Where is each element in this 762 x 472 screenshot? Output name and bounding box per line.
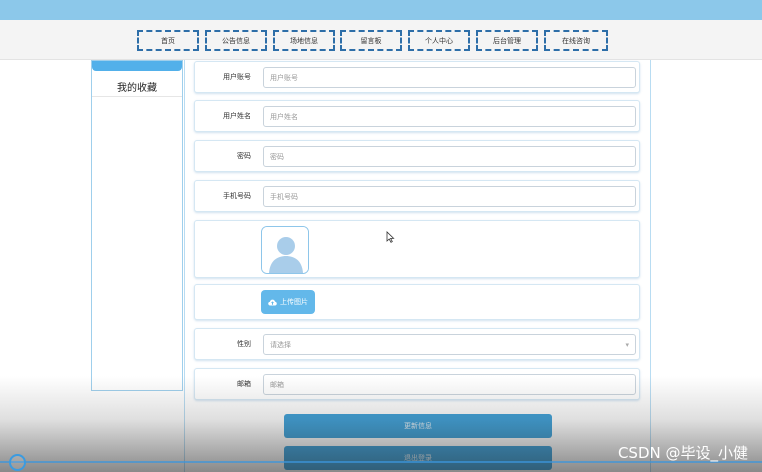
upload-image-button[interactable]: 上传图片 <box>261 290 315 314</box>
account-row: 用户账号 用户账号 <box>194 61 640 93</box>
nav-item-message-board[interactable]: 留言板 <box>340 30 402 51</box>
update-info-button[interactable]: 更新信息 <box>284 414 552 438</box>
name-row: 用户姓名 用户姓名 <box>194 100 640 132</box>
nav-item-admin[interactable]: 后台管理 <box>476 30 538 51</box>
sidebar-item-favorites[interactable]: 我的收藏 <box>92 77 182 97</box>
nav-item-home[interactable]: 首页 <box>137 30 199 51</box>
name-input[interactable]: 用户姓名 <box>263 106 636 127</box>
cloud-upload-icon <box>268 299 277 305</box>
phone-label: 手机号码 <box>223 192 251 200</box>
sidebar-item-active[interactable] <box>92 61 182 71</box>
account-input[interactable]: 用户账号 <box>263 67 636 88</box>
gender-label: 性别 <box>237 340 251 348</box>
watermark: CSDN @毕设_小健 <box>617 444 748 462</box>
phone-input[interactable]: 手机号码 <box>263 186 636 207</box>
nav-item-venues[interactable]: 场地信息 <box>273 30 335 51</box>
avatar-row <box>194 220 640 278</box>
nav-item-notices[interactable]: 公告信息 <box>205 30 267 51</box>
logout-button[interactable]: 退出登录 <box>284 446 552 470</box>
main-nav: 首页 公告信息 场地信息 留言板 个人中心 后台管理 在线咨询 <box>0 20 762 60</box>
password-input[interactable]: 密码 <box>263 146 636 167</box>
gender-select-value: 请选择 <box>270 340 291 349</box>
mouse-cursor-icon <box>386 231 395 243</box>
chevron-down-icon: ▾ <box>625 341 629 349</box>
user-avatar-icon <box>262 227 308 273</box>
email-label: 邮箱 <box>237 380 251 388</box>
avatar <box>261 226 309 274</box>
top-banner <box>0 0 762 20</box>
upload-image-label: 上传图片 <box>280 298 308 306</box>
gender-row: 性别 请选择 ▾ <box>194 328 640 360</box>
phone-row: 手机号码 手机号码 <box>194 180 640 212</box>
account-label: 用户账号 <box>223 73 251 81</box>
nav-item-personal-center[interactable]: 个人中心 <box>408 30 470 51</box>
email-row: 邮箱 邮箱 <box>194 368 640 400</box>
nav-item-online-consult[interactable]: 在线咨询 <box>544 30 608 51</box>
password-label: 密码 <box>237 152 251 160</box>
password-row: 密码 密码 <box>194 140 640 172</box>
upload-row: 上传图片 <box>194 284 640 320</box>
email-input[interactable]: 邮箱 <box>263 374 636 395</box>
sidebar: 我的收藏 <box>91 60 183 391</box>
name-label: 用户姓名 <box>223 112 251 120</box>
gender-select[interactable]: 请选择 ▾ <box>263 334 636 355</box>
video-progress-knob[interactable] <box>9 454 26 471</box>
